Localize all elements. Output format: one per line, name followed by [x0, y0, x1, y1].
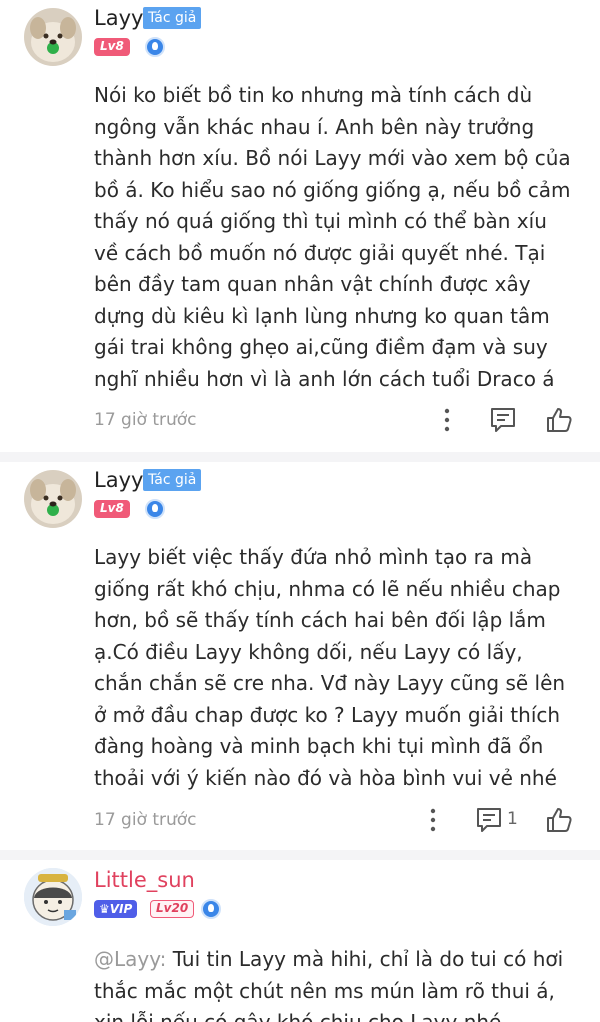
level-badge: Lv20 [150, 900, 195, 918]
crown-icon: ♛ [99, 902, 110, 916]
divider [0, 452, 600, 462]
like-icon[interactable] [545, 406, 573, 434]
more-options-icon[interactable] [433, 406, 461, 434]
comment-text: @Layy: Tui tin Layy mà hihi, chỉ là do t… [94, 944, 574, 1022]
avatar[interactable] [24, 868, 82, 926]
comment-text: Layy biết việc thấy đứa nhỏ mình tạo ra … [94, 545, 566, 790]
comment-time: 17 giờ trước [94, 410, 197, 430]
author-badge: Tác giả [143, 469, 202, 491]
mention-link[interactable]: @Layy: [94, 947, 166, 971]
water-drop-icon [145, 37, 165, 57]
username[interactable]: Little_sun [94, 868, 195, 892]
username[interactable]: Layy [94, 468, 143, 492]
comment-item: Layy Tác giả Lv8 Nói ko biết bồ tin ko n… [0, 0, 600, 460]
reply-count[interactable]: 1 [507, 809, 518, 829]
divider [0, 850, 600, 860]
author-badge: Tác giả [143, 7, 202, 29]
comment-text: Nói ko biết bồ tin ko nhưng mà tính cách… [94, 83, 571, 391]
comment-item: Little_sun ♛VIP Lv20 @Layy: Tui tin Layy… [0, 860, 600, 1022]
reply-icon[interactable] [475, 806, 503, 834]
comment-item: Layy Tác giả Lv8 Layy biết việc thấy đứa… [0, 462, 600, 847]
level-badge: Lv8 [94, 500, 130, 518]
avatar[interactable] [24, 470, 82, 528]
more-options-icon[interactable] [419, 806, 447, 834]
vip-label: VIP [109, 902, 133, 916]
reply-icon[interactable] [489, 406, 517, 434]
level-badge: Lv8 [94, 38, 130, 56]
avatar[interactable] [24, 8, 82, 66]
vip-badge: ♛VIP [94, 900, 138, 918]
water-drop-icon [145, 499, 165, 519]
comment-time: 17 giờ trước [94, 810, 197, 830]
water-drop-icon [201, 899, 221, 919]
like-icon[interactable] [545, 806, 573, 834]
username[interactable]: Layy [94, 6, 143, 30]
